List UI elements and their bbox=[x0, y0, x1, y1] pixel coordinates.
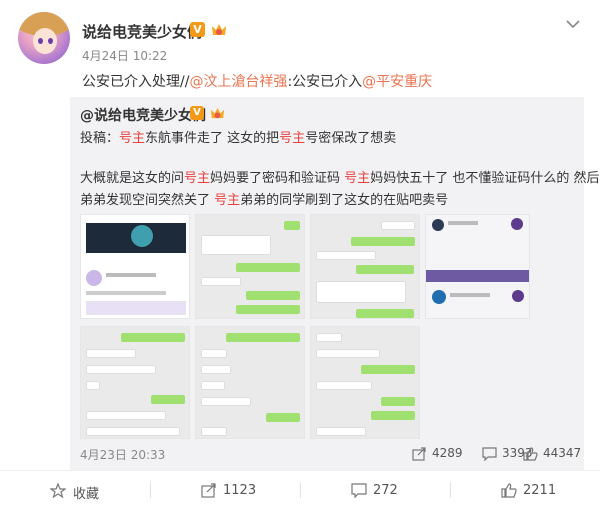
comment-icon bbox=[351, 483, 367, 498]
favorite-label: 收藏 bbox=[73, 487, 100, 502]
comment-icon bbox=[482, 447, 497, 461]
post-text-mid: :公安已介入 bbox=[287, 74, 363, 90]
author-avatar[interactable] bbox=[18, 12, 70, 64]
repost-text: 弟弟的同学刷到了这女的在贴吧卖号 bbox=[240, 193, 449, 208]
chevron-down-icon[interactable] bbox=[566, 19, 580, 29]
share-icon bbox=[201, 483, 216, 498]
like-button[interactable]: 2211 bbox=[450, 470, 600, 509]
post-text-prefix: 公安已介入处理// bbox=[82, 74, 190, 90]
repost-text: 号密保改了想卖 bbox=[305, 131, 397, 146]
image-thumbnail[interactable] bbox=[80, 326, 190, 439]
highlight-keyword: 号主 bbox=[119, 131, 146, 146]
reposted-content[interactable]: @说给电竞美少女们 V 投稿：号主东航事件走了 这女的把号主号密保改了想卖 大概… bbox=[70, 97, 600, 470]
post-text: 公安已介入处理//@汶上滄台祥强:公安已介入@平安重庆 bbox=[82, 71, 432, 91]
image-thumbnail[interactable] bbox=[310, 326, 420, 439]
image-thumbnail[interactable] bbox=[80, 214, 190, 319]
comment-count: 272 bbox=[373, 483, 398, 498]
share-icon bbox=[412, 447, 426, 461]
image-grid bbox=[80, 214, 570, 439]
weibo-post-card: 说给电竞美少女们 V 4月24日 10:22 公安已介入处理//@汶上滄台祥强:… bbox=[0, 0, 600, 509]
favorite-button[interactable]: 收藏 bbox=[0, 470, 150, 509]
repost-member-level-icon bbox=[210, 107, 225, 119]
post-timestamp[interactable]: 4月24日 10:22 bbox=[82, 47, 167, 64]
star-icon bbox=[50, 483, 66, 498]
verified-badge-icon: V bbox=[190, 22, 205, 37]
repost-line-2: 大概就是这女的问号主妈妈要了密码和验证码 号主妈妈快五十了 也不懂验证码什么的 … bbox=[80, 167, 600, 186]
repost-text: 弟弟发现空间突然关了 bbox=[80, 193, 215, 208]
repost-text: 妈妈要了密码和验证码 bbox=[210, 171, 345, 186]
repost-button[interactable]: 1123 bbox=[150, 470, 300, 509]
mention-link-1[interactable]: @汶上滄台祥强 bbox=[189, 74, 287, 90]
repost-text: 投稿： bbox=[80, 131, 120, 146]
image-thumbnail[interactable] bbox=[195, 326, 305, 439]
highlight-keyword: 号主 bbox=[344, 171, 371, 186]
image-thumbnail[interactable] bbox=[310, 214, 420, 319]
like-icon bbox=[523, 447, 538, 461]
repost-text: 大概就是这女的问 bbox=[80, 171, 185, 186]
author-name[interactable]: 说给电竞美少女们 bbox=[82, 21, 202, 42]
image-thumbnail[interactable] bbox=[195, 214, 305, 319]
member-level-icon bbox=[212, 24, 226, 35]
highlight-keyword: 号主 bbox=[214, 193, 241, 208]
like-count: 44347 bbox=[543, 446, 582, 460]
comment-button[interactable]: 272 bbox=[300, 470, 450, 509]
share-count: 4289 bbox=[432, 446, 463, 460]
repost-like-count[interactable]: 44347 bbox=[523, 446, 585, 462]
repost-text: 妈妈快五十了 也不懂验证码什么的 然后 bbox=[370, 171, 600, 186]
highlight-keyword: 号主 bbox=[279, 131, 306, 146]
repost-timestamp[interactable]: 4月23日 20:33 bbox=[80, 446, 165, 463]
repost-text: 东航事件走了 这女的把 bbox=[145, 131, 280, 146]
repost-line-1: 投稿：号主东航事件走了 这女的把号主号密保改了想卖 bbox=[80, 127, 396, 146]
thumbs-up-icon bbox=[501, 483, 517, 498]
repost-count: 1123 bbox=[223, 483, 257, 498]
highlight-keyword: 号主 bbox=[184, 171, 211, 186]
mention-link-2[interactable]: @平安重庆 bbox=[362, 74, 432, 90]
repost-share-count[interactable]: 4289 bbox=[412, 446, 472, 462]
like-count: 2211 bbox=[523, 483, 557, 498]
repost-line-3: 号主弟弟发现空间突然关了 号主弟弟的同学刷到了这女的在贴吧卖号 bbox=[80, 189, 448, 208]
repost-verified-badge-icon: V bbox=[190, 106, 204, 120]
repost-author-name[interactable]: @说给电竞美少女们 bbox=[80, 105, 206, 125]
image-thumbnail[interactable] bbox=[425, 214, 530, 319]
